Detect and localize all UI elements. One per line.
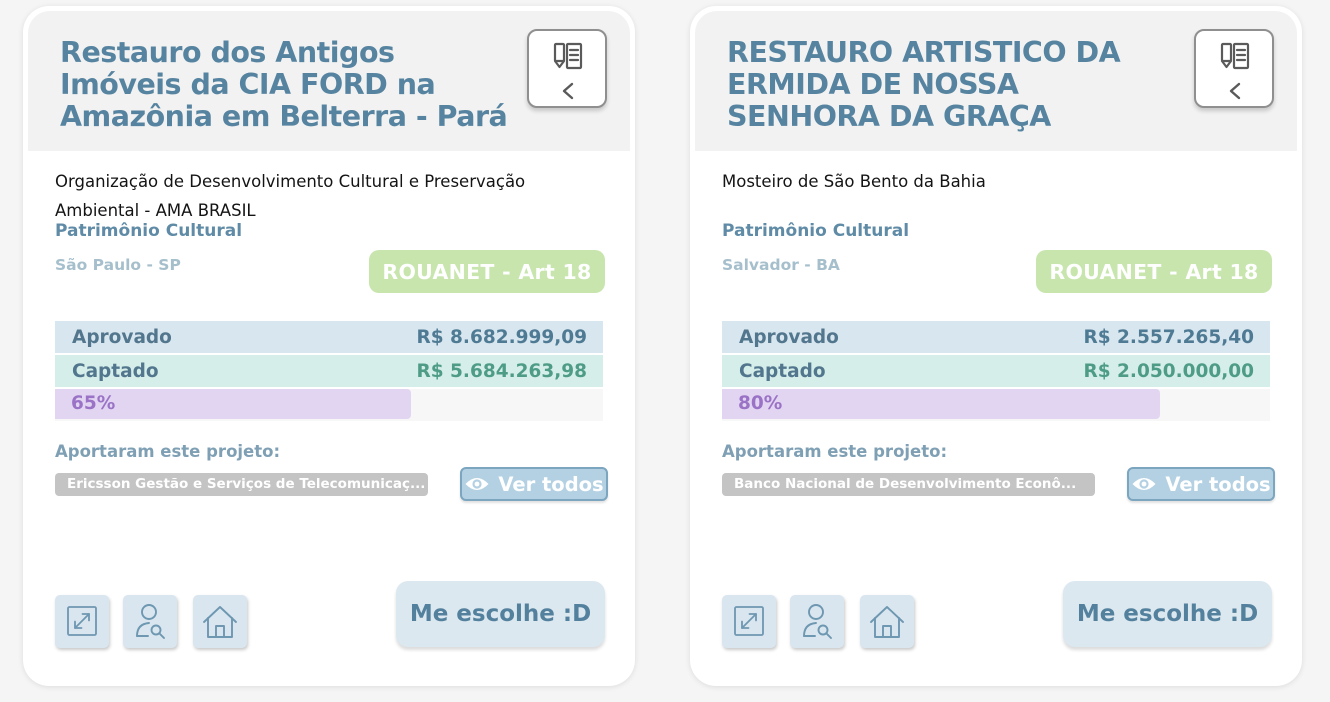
- sponsors-label: Aportaram este projeto:: [722, 442, 948, 461]
- progress-bar: 65%: [55, 389, 603, 421]
- expand-icon: [734, 606, 764, 636]
- sponsor-chip: Ericsson Gestão e Serviços de Telecomuni…: [55, 473, 428, 496]
- sponsors-label: Aportaram este projeto:: [55, 442, 281, 461]
- approved-label: Aprovado: [739, 326, 839, 348]
- law-badge: ROUANET - Art 18: [1036, 250, 1272, 293]
- law-badge: ROUANET - Art 18: [369, 250, 605, 293]
- user-search-button[interactable]: [790, 595, 844, 648]
- project-area: Patrimônio Cultural: [55, 221, 243, 241]
- sponsor-chip: Banco Nacional de Desenvolvimento Econô.…: [722, 473, 1095, 496]
- progress-label: 65%: [71, 393, 116, 414]
- proponent-name: Organização de Desenvolvimento Cultural …: [55, 172, 526, 220]
- expand-button[interactable]: [55, 595, 109, 648]
- approved-row: Aprovado R$ 2.557.265,40: [722, 321, 1270, 353]
- bookmark-icon: [1220, 42, 1250, 100]
- chevron-left-icon: [1229, 82, 1241, 100]
- choose-button[interactable]: Me escolhe :D: [396, 581, 605, 647]
- card-header: Restauro dos Antigos Imóveis da CIA FORD…: [28, 11, 630, 151]
- user-search-button[interactable]: [123, 595, 177, 648]
- captured-label: Captado: [72, 360, 159, 382]
- eye-icon: [1132, 478, 1156, 490]
- progress-fill: [722, 389, 1161, 419]
- bookmark-button[interactable]: [1194, 29, 1274, 108]
- see-all-label: Ver todos: [1165, 472, 1271, 496]
- progress-label: 80%: [738, 393, 783, 414]
- approved-row: Aprovado R$ 8.682.999,09: [55, 321, 603, 353]
- project-location: São Paulo - SP: [55, 256, 181, 274]
- card-header: RESTAURO ARTISTICO DA ERMIDA DE NOSSA SE…: [695, 11, 1297, 151]
- see-all-label: Ver todos: [498, 472, 604, 496]
- progress-bar: 80%: [722, 389, 1270, 421]
- expand-icon: [67, 606, 97, 636]
- captured-value: R$ 5.684.263,98: [416, 360, 588, 382]
- captured-row: Captado R$ 5.684.263,98: [55, 355, 603, 387]
- home-icon: [203, 606, 237, 638]
- expand-button[interactable]: [722, 595, 776, 648]
- approved-label: Aprovado: [72, 326, 172, 348]
- project-location: Salvador - BA: [722, 256, 840, 274]
- captured-row: Captado R$ 2.050.000,00: [722, 355, 1270, 387]
- bookmark-icon: [553, 42, 583, 100]
- see-all-button[interactable]: Ver todos: [460, 467, 608, 501]
- bookmark-button[interactable]: [527, 29, 607, 108]
- chevron-left-icon: [562, 82, 574, 100]
- user-search-icon: [803, 604, 832, 639]
- see-all-button[interactable]: Ver todos: [1127, 467, 1275, 501]
- approved-value: R$ 8.682.999,09: [416, 326, 588, 348]
- choose-button[interactable]: Me escolhe :D: [1063, 581, 1272, 647]
- project-card: RESTAURO ARTISTICO DA ERMIDA DE NOSSA SE…: [690, 6, 1302, 686]
- project-title: Restauro dos Antigos Imóveis da CIA FORD…: [60, 36, 508, 133]
- project-card: Restauro dos Antigos Imóveis da CIA FORD…: [23, 6, 635, 686]
- project-title: RESTAURO ARTISTICO DA ERMIDA DE NOSSA SE…: [727, 36, 1121, 133]
- project-area: Patrimônio Cultural: [722, 221, 910, 241]
- captured-label: Captado: [739, 360, 826, 382]
- home-icon: [870, 606, 904, 638]
- home-button[interactable]: [860, 595, 914, 648]
- eye-icon: [465, 478, 489, 490]
- home-button[interactable]: [193, 595, 247, 648]
- approved-value: R$ 2.557.265,40: [1083, 326, 1255, 348]
- captured-value: R$ 2.050.000,00: [1083, 360, 1255, 382]
- proponent-name: Mosteiro de São Bento da Bahia: [722, 172, 986, 191]
- user-search-icon: [136, 604, 165, 639]
